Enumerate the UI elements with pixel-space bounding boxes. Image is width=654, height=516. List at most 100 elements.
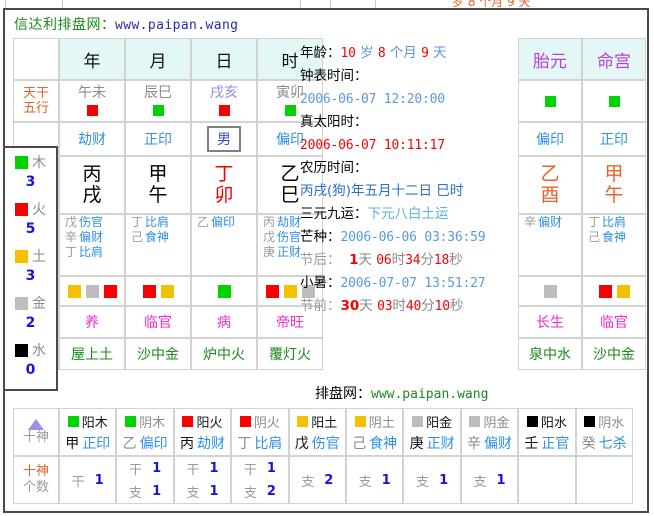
- life-stage-cell-minggong: 临官: [582, 306, 646, 338]
- column-header-minggong: 命宫: [582, 38, 646, 80]
- info-clock-label-row: 钟表时间：: [300, 65, 515, 88]
- branch-element-swatch: [160, 284, 174, 298]
- column-header-label: 日: [215, 51, 233, 72]
- nayin-label: 泉中水: [529, 347, 571, 363]
- pillar-branch: 午: [148, 184, 168, 206]
- ten-god-element-name: 阳木: [81, 415, 108, 431]
- triangle-icon: [28, 418, 44, 430]
- gender-badge: 男: [207, 126, 241, 152]
- kongwang-cell-minggong: [582, 80, 646, 122]
- ten-god-element-swatch: [67, 415, 79, 427]
- ten-god-element-swatch: [526, 415, 538, 427]
- after-jie-hours-unit: 时: [391, 252, 406, 268]
- ten-god-stem: 壬: [524, 436, 539, 452]
- pillar-branch: 卯: [214, 184, 234, 206]
- ten-god-element-swatch: [412, 415, 424, 427]
- age-days: 9: [421, 46, 429, 61]
- hidden-stem-god: 偏财: [79, 230, 104, 244]
- site-url[interactable]: www.paipan.wang: [115, 18, 238, 33]
- ten-god-column-丁: 阴火丁比肩: [231, 408, 289, 456]
- lunar-label: 农历时间：: [300, 160, 368, 176]
- ten-god-stem-god: 丁比肩: [237, 432, 282, 454]
- grid-corner-cell: [13, 38, 59, 80]
- five-element-swatch: [15, 249, 28, 263]
- pillar-cell-taiyuan: 乙酉: [518, 156, 582, 214]
- branch-elements-row: [142, 284, 174, 298]
- branch-element-swatch: [616, 284, 630, 298]
- branch-elements-cell-taiyuan: [518, 276, 582, 306]
- hidden-stem-row: 辛偏财: [524, 215, 581, 230]
- branch-elements-cell-day: [191, 276, 257, 306]
- kongwang-text: 辰巳: [144, 85, 172, 101]
- ten-god-element: 阳水: [526, 410, 567, 432]
- ten-god-counts-甲: 干1: [59, 456, 117, 504]
- five-element-item-earth: 土3: [5, 245, 56, 292]
- hidden-stem-god: 食神: [145, 230, 170, 244]
- five-element-top: 金: [5, 292, 56, 314]
- ten-god-stem-god: 戊伤官: [295, 432, 340, 454]
- gan-label: 干: [71, 474, 85, 490]
- ten-god-label: 劫财: [78, 132, 106, 148]
- site-header: 信达利排盘网：www.paipan.wang: [14, 14, 624, 35]
- hidden-stem-row: 丁比肩: [131, 215, 190, 230]
- zhi-count-value: 2: [266, 484, 276, 499]
- zhi-label: 支: [358, 474, 372, 490]
- ten-god-element-swatch: [297, 415, 309, 427]
- ten-god-element: 阴金: [469, 410, 510, 432]
- jieqi-next-value: 2006-07-07 13:51:27: [340, 276, 486, 291]
- life-stage-cell-month: 临官: [125, 306, 191, 338]
- top-clipped-artifact: 岁 8 个月 9 天: [0, 0, 654, 8]
- ten-god-element: 阳土: [297, 410, 337, 432]
- branch-element-swatch: [142, 284, 156, 298]
- ten-god-element-name: 阴水: [598, 415, 625, 431]
- hidden-stem: 丁: [65, 245, 78, 259]
- pillar-stem: 丁: [214, 163, 234, 185]
- footer-site: 排盘网：www.paipan.wang: [315, 383, 488, 403]
- ten-god-name: 偏财: [483, 436, 512, 452]
- column-header-label: 命宫: [597, 51, 631, 72]
- age-months-unit: 个月: [389, 45, 417, 61]
- nayin-cell-year: 屋上土: [59, 338, 125, 370]
- ten-god-name: 正印: [82, 436, 111, 452]
- info-jieqi-next-row: 小暑：2006-07-07 13:51:27: [300, 272, 515, 295]
- after-jie-hours: 06: [376, 253, 392, 268]
- hidden-stems-list: 辛偏财: [519, 215, 581, 230]
- footer-url[interactable]: www.paipan.wang: [371, 387, 488, 402]
- zhi-label: 支: [416, 474, 430, 490]
- hidden-stem: 乙: [197, 215, 210, 229]
- bazi-chart-page: 岁 8 个月 9 天 信达利排盘网：www.paipan.wang 年月日时胎元…: [0, 0, 654, 516]
- ten-god-name: 正官: [541, 436, 570, 452]
- ten-god-stem-god: 庚正财: [410, 432, 455, 454]
- life-stage-label: 临官: [600, 315, 628, 331]
- pillar-text: 乙巳: [280, 164, 299, 206]
- ten-god-stem-god: 丙劫财: [180, 432, 225, 454]
- ten-god-gan-count: 干1: [244, 457, 276, 480]
- five-element-item-wood: 木3: [5, 151, 56, 198]
- pillar-branch: 午: [604, 184, 624, 206]
- ten-god-counts-己: 支1: [346, 456, 404, 504]
- ten-god-counts-戊: 支2: [288, 456, 346, 504]
- element-swatch-taiyuan: [544, 95, 556, 107]
- info-lunar-value-row: 丙戌(狗)年五月十二日 巳时: [300, 180, 515, 203]
- ten-god-element-name: 阳火: [196, 415, 223, 431]
- hidden-stem-god: 劫财: [277, 215, 302, 229]
- ten-god-stem: 癸: [581, 436, 596, 452]
- ten-god-element-swatch: [239, 415, 251, 427]
- ten-god-element-swatch: [182, 415, 194, 427]
- kongwang-cell-year: 午未: [59, 80, 125, 122]
- nayin-label: 沙中金: [593, 347, 635, 363]
- element-swatch-minggong: [608, 95, 620, 107]
- column-header-month: 月: [125, 38, 191, 80]
- ten-god-zhi-count: 支1: [129, 480, 161, 503]
- ten-god-zhi-count: 支1: [473, 468, 505, 492]
- hidden-stems-cell-month: 丁比肩己食神: [125, 214, 191, 276]
- ten-god-column-壬: 阳水壬正官: [518, 408, 576, 456]
- hidden-stem-god: 伤官: [277, 230, 302, 244]
- five-element-count: 3: [25, 268, 36, 284]
- five-element-count: 3: [25, 174, 36, 190]
- ten-god-column-甲: 阳木甲正印: [59, 408, 117, 456]
- five-element-swatch: [15, 343, 28, 357]
- ten-god-zhi-count: 支1: [186, 480, 218, 503]
- kongwang-element-swatch: [218, 105, 230, 116]
- column-header-label: 年: [83, 51, 101, 72]
